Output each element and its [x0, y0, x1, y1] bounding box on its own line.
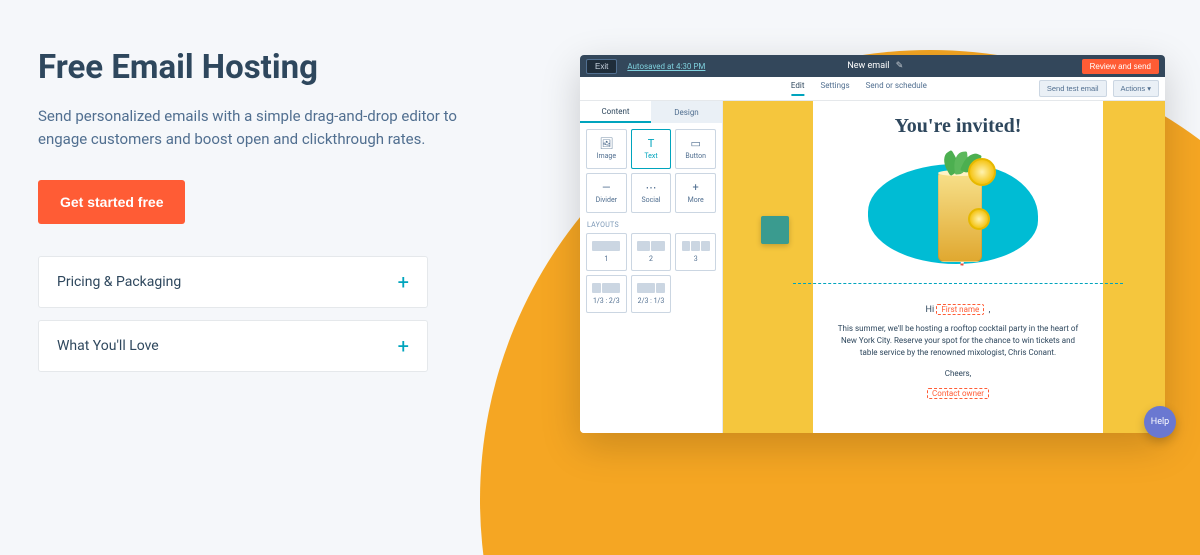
help-fab[interactable]: Help	[1144, 406, 1176, 438]
plus-icon: +	[398, 336, 409, 356]
contact-owner-token[interactable]: Contact owner	[927, 388, 989, 399]
image-icon: 🖼	[599, 138, 613, 149]
content-blocks-grid: 🖼 Image T Text ▭ Button — Divider ⋯ S	[580, 123, 722, 219]
accordion-love[interactable]: What You'll Love +	[38, 320, 428, 372]
iced-tea-illustration	[938, 160, 982, 270]
text-icon: T	[648, 138, 655, 149]
get-started-button[interactable]: Get started free	[38, 180, 185, 224]
layout-1[interactable]: 1	[586, 233, 627, 271]
actions-button[interactable]: Actions ▾	[1113, 80, 1159, 97]
block-label: Text	[644, 152, 657, 160]
email-body[interactable]: This summer, we'll be hosting a rooftop …	[827, 323, 1089, 359]
page-title: Free Email Hosting	[38, 48, 508, 87]
insertion-guide	[793, 283, 1123, 284]
email-hero-image[interactable]	[858, 146, 1058, 276]
editor-body: Content Design 🖼 Image T Text ▭ Button —	[580, 101, 1165, 433]
layout-label: 3	[694, 255, 698, 263]
send-test-button[interactable]: Send test email	[1039, 80, 1107, 97]
review-send-button[interactable]: Review and send	[1082, 59, 1159, 74]
pencil-icon: ✎	[896, 61, 904, 71]
exit-button[interactable]: Exit	[586, 59, 617, 74]
block-label: Social	[641, 196, 660, 204]
page-subtitle: Send personalized emails with a simple d…	[38, 105, 498, 152]
accordion-label: Pricing & Packaging	[57, 274, 181, 290]
document-title-text: New email	[847, 61, 889, 71]
layout-label: 2/3 : 1/3	[638, 297, 665, 305]
plus-icon: +	[398, 272, 409, 292]
email-editor-window: Exit Autosaved at 4:30 PM New email ✎ Re…	[580, 55, 1165, 433]
accordion-label: What You'll Love	[57, 338, 159, 354]
layout-1-2[interactable]: 1/3 : 2/3	[586, 275, 627, 313]
panel-tab-content[interactable]: Content	[580, 101, 651, 123]
block-social[interactable]: ⋯ Social	[631, 173, 672, 213]
divider-icon: —	[602, 182, 611, 193]
editor-topbar: Exit Autosaved at 4:30 PM New email ✎ Re…	[580, 55, 1165, 77]
accordion-pricing[interactable]: Pricing & Packaging +	[38, 256, 428, 308]
tab-edit[interactable]: Edit	[791, 81, 805, 96]
panel-tab-design[interactable]: Design	[651, 101, 722, 123]
layout-label: 2	[649, 255, 653, 263]
email-preview[interactable]: You're invited! Hi First name ,	[813, 101, 1103, 433]
tab-send-schedule[interactable]: Send or schedule	[866, 81, 927, 96]
layout-label: 1	[604, 255, 608, 263]
block-label: Image	[597, 152, 617, 160]
block-more[interactable]: + More	[675, 173, 716, 213]
document-title[interactable]: New email ✎	[847, 61, 903, 71]
layout-2[interactable]: 2	[631, 233, 672, 271]
block-image[interactable]: 🖼 Image	[586, 129, 627, 169]
hero-column: Free Email Hosting Send personalized ema…	[38, 48, 508, 384]
greeting-prefix: Hi	[926, 305, 935, 315]
email-canvas[interactable]: You're invited! Hi First name ,	[723, 101, 1165, 433]
firstname-token[interactable]: First name	[936, 304, 984, 315]
block-label: More	[688, 196, 704, 204]
tab-settings[interactable]: Settings	[820, 81, 849, 96]
email-headline[interactable]: You're invited!	[895, 115, 1022, 138]
block-label: Button	[685, 152, 706, 160]
block-label: Divider	[596, 196, 617, 204]
email-greeting[interactable]: Hi First name ,	[926, 304, 991, 315]
block-text[interactable]: T Text	[631, 129, 672, 169]
autosaved-label[interactable]: Autosaved at 4:30 PM	[627, 62, 705, 71]
editor-subbar: Edit Settings Send or schedule Send test…	[580, 77, 1165, 101]
email-signoff[interactable]: Cheers,	[945, 369, 972, 378]
layouts-header: LAYOUTS	[580, 219, 722, 231]
layout-2-1[interactable]: 2/3 : 1/3	[631, 275, 672, 313]
social-icon: ⋯	[645, 182, 656, 193]
layout-label: 1/3 : 2/3	[593, 297, 620, 305]
layout-3[interactable]: 3	[675, 233, 716, 271]
block-button[interactable]: ▭ Button	[675, 129, 716, 169]
drag-ghost	[761, 216, 789, 244]
block-divider[interactable]: — Divider	[586, 173, 627, 213]
plus-icon: +	[693, 182, 699, 193]
blocks-panel: Content Design 🖼 Image T Text ▭ Button —	[580, 101, 723, 433]
button-icon: ▭	[690, 138, 700, 149]
editor-subtabs: Edit Settings Send or schedule	[791, 81, 927, 96]
